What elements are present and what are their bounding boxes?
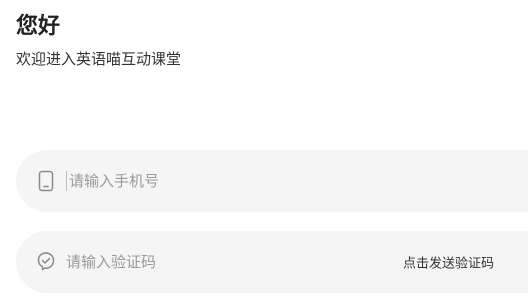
page-title: 您好 <box>16 14 61 39</box>
send-code-button[interactable]: 点击发送验证码 <box>403 253 494 272</box>
phone-input[interactable] <box>69 169 369 193</box>
welcome-subtitle: 欢迎进入英语喵互动课堂 <box>16 50 182 68</box>
shield-check-icon <box>36 251 56 273</box>
phone-field[interactable] <box>16 150 528 212</box>
text-cursor <box>66 171 67 191</box>
verification-code-input[interactable] <box>66 250 366 274</box>
phone-icon <box>36 170 56 192</box>
verification-code-field[interactable]: 点击发送验证码 <box>16 231 528 293</box>
